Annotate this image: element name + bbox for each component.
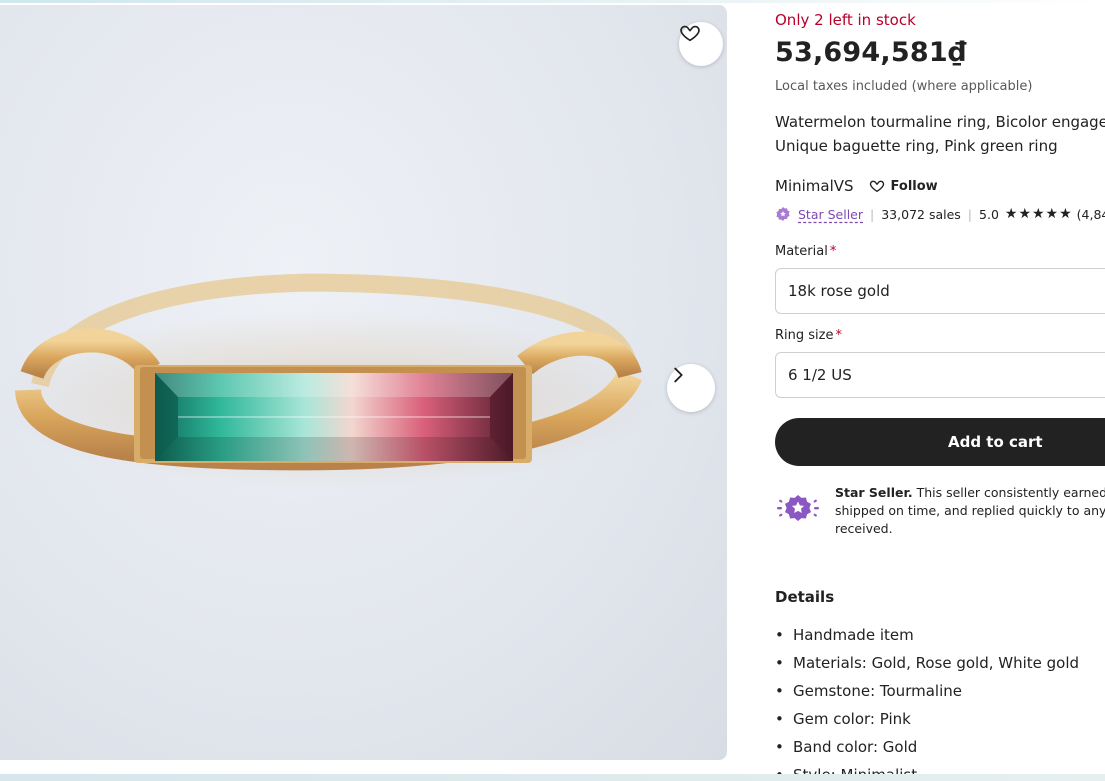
review-count[interactable]: (4,849) [1077, 207, 1105, 222]
required-mark: * [835, 328, 842, 343]
details-heading[interactable]: Details [775, 588, 834, 606]
details-item: Gem color: Pink [775, 708, 1079, 736]
star-seller-info: Star Seller. This seller consistently ea… [835, 484, 1105, 538]
details-item: Handmade item [775, 624, 1079, 652]
product-title: Watermelon tourmaline ring, Bicolor enga… [775, 110, 1105, 158]
details-item: Band color: Gold [775, 736, 1079, 764]
star-seller-badge-icon [776, 207, 790, 221]
favorite-button[interactable] [679, 22, 723, 66]
details-item: Materials: Gold, Rose gold, White gold [775, 652, 1079, 680]
ring-size-value: 6 1/2 US [788, 366, 852, 384]
add-to-cart-label: Add to cart [948, 433, 1043, 451]
stock-notice: Only 2 left in stock [775, 11, 916, 29]
required-mark: * [829, 244, 837, 259]
ring-size-label: Ring size * [775, 328, 842, 343]
ring-size-label-text: Ring size [775, 328, 834, 343]
material-value: 18k rose gold [788, 282, 890, 300]
material-select[interactable]: 18k rose gold [775, 268, 1105, 314]
ring-photo [0, 273, 660, 490]
star-seller-badge-icon [777, 495, 819, 521]
details-list: Handmade item Materials: Gold, Rose gold… [775, 624, 1079, 781]
shop-row: MinimalVS Follow [775, 177, 938, 195]
ring-size-select[interactable]: 6 1/2 US [775, 352, 1105, 398]
star-seller-info-line-2: shipped on time, and replied quickly to … [835, 503, 1105, 518]
tax-note: Local taxes included (where applicable) [775, 79, 1033, 94]
seller-stats: Star Seller | 33,072 sales | 5.0 ★★★★★ (… [775, 206, 1105, 222]
star-seller-link[interactable]: Star Seller [798, 207, 863, 222]
sales-count: 33,072 sales [881, 206, 961, 222]
star-seller-info-line-3: received. [835, 521, 893, 536]
shop-name-link[interactable]: MinimalVS [775, 177, 854, 195]
material-label: Material * [775, 244, 836, 259]
star-seller-info-rest: This seller consistently earned 5-star [916, 485, 1105, 500]
product-title-line-1: Watermelon tourmaline ring, Bicolor enga… [775, 113, 1105, 131]
heart-icon [680, 25, 700, 42]
divider: | [870, 206, 875, 222]
star-seller-info-bold: Star Seller. [835, 485, 913, 500]
rating-stars[interactable]: ★★★★★ [1005, 206, 1073, 222]
product-title-line-2: Unique baguette ring, Pink green ring [775, 137, 1058, 155]
listing-panel: Only 2 left in stock 53,694,581₫ Local t… [775, 0, 1105, 781]
divider: | [967, 206, 973, 222]
price: 53,694,581₫ [775, 37, 967, 68]
bottom-strip [0, 774, 1105, 781]
star-seller-info-line-1: Star Seller. This seller consistently ea… [835, 484, 1105, 502]
chevron-right-icon [674, 367, 683, 383]
add-to-cart-button[interactable]: Add to cart [775, 418, 1105, 466]
material-label-text: Material [775, 244, 828, 259]
next-image-button[interactable] [667, 364, 715, 412]
heart-icon [869, 180, 884, 192]
product-image[interactable] [0, 5, 727, 760]
rating-value: 5.0 [979, 206, 999, 222]
details-item: Gemstone: Tourmaline [775, 680, 1079, 708]
follow-button[interactable]: Follow [869, 178, 938, 194]
follow-label: Follow [890, 178, 938, 194]
